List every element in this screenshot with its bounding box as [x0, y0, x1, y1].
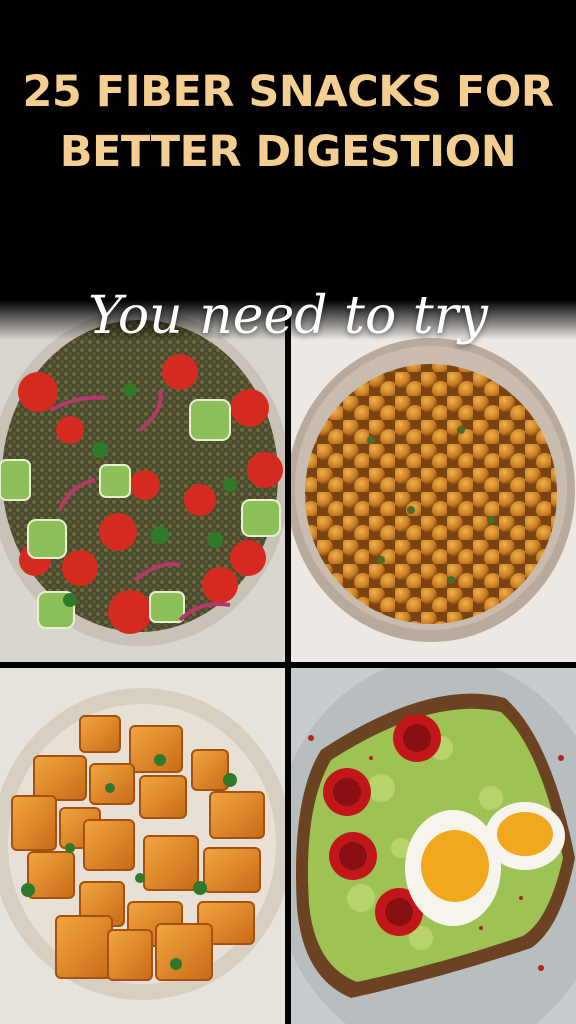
avocado-toast-photo [291, 668, 576, 1024]
title-line-1: 25 FIBER SNACKS FOR [22, 67, 554, 117]
subtitle-script: You need to try [88, 286, 488, 346]
title-line-2: BETTER DIGESTION [59, 127, 517, 177]
roasted-squash-photo [0, 668, 285, 1024]
roasted-squash-illustration [0, 668, 285, 1024]
header-banner: 25 FIBER SNACKS FOR BETTER DIGESTION [0, 0, 576, 300]
page-title: 25 FIBER SNACKS FOR BETTER DIGESTION [0, 62, 576, 182]
avocado-toast-illustration [291, 668, 576, 1024]
